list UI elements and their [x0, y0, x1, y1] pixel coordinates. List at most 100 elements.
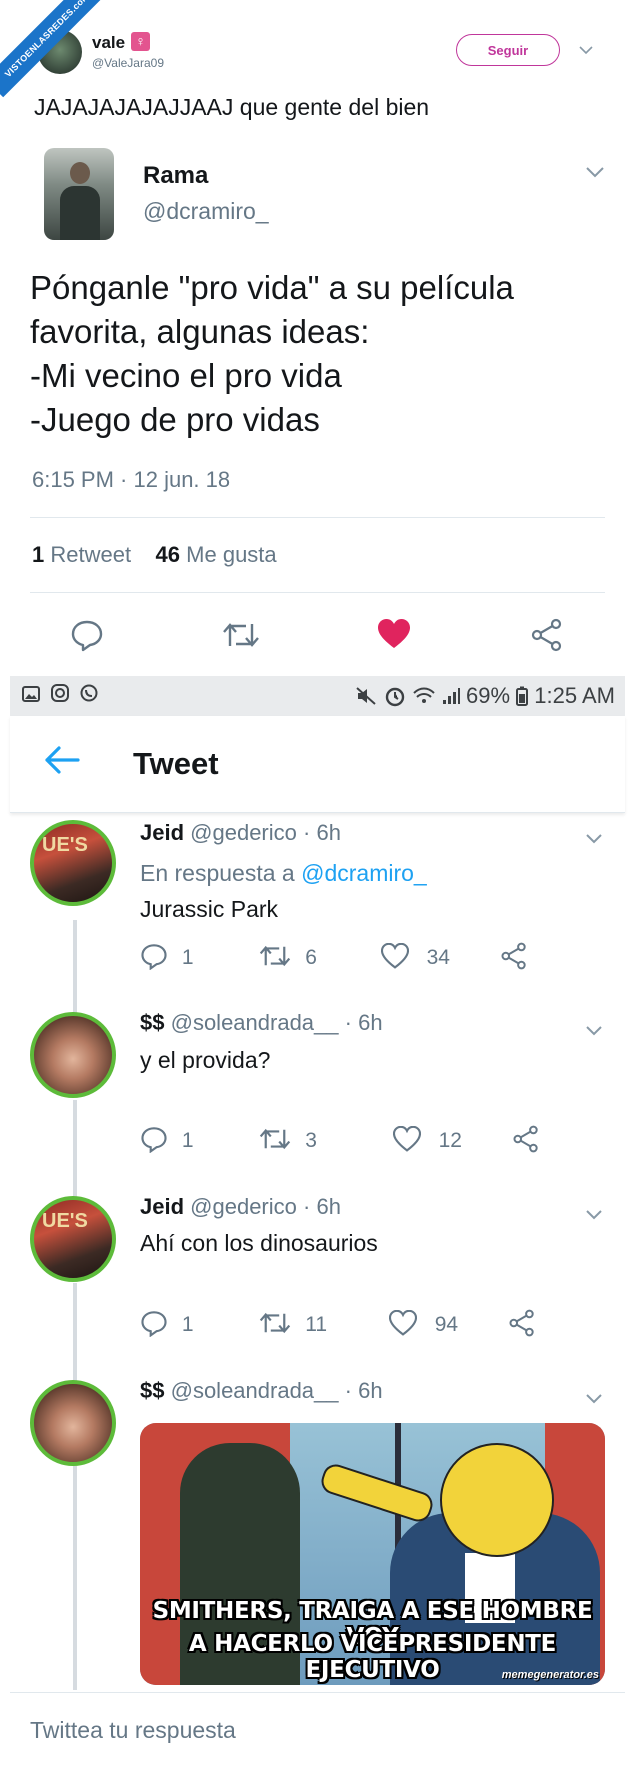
retweet-icon[interactable] — [222, 620, 260, 655]
chevron-down-icon[interactable] — [585, 824, 603, 850]
reply-author-handle: @gederico — [190, 1194, 297, 1219]
retweet-icon[interactable] — [259, 945, 291, 969]
avatar[interactable] — [30, 1380, 116, 1466]
reply-input[interactable]: Twittea tu respuesta — [30, 1717, 236, 1744]
meme-credit: memegenerator.es — [501, 1669, 599, 1681]
reply-count: 1 — [181, 946, 194, 969]
chevron-down-icon[interactable] — [585, 1016, 603, 1042]
retweet-icon[interactable] — [259, 1128, 291, 1152]
reply-author-name: Jeid — [140, 820, 185, 845]
tweet-text: JAJAJAJAJAJJAAJ que gente del bien — [34, 94, 430, 120]
reply-text: Jurassic Park — [140, 896, 279, 922]
reply-time: · 6h — [344, 1010, 383, 1035]
timestamp[interactable]: 6:15 PM · 12 jun. 18 — [32, 467, 230, 493]
like-count: 94 — [434, 1313, 459, 1336]
reply-author-handle: @soleandrada__ — [170, 1378, 339, 1403]
avatar[interactable] — [44, 148, 114, 240]
signal-icon — [442, 688, 460, 704]
like-count: 12 — [438, 1129, 462, 1152]
reply-action-bar: 1 11 94 — [140, 1309, 536, 1338]
thread-line — [73, 920, 77, 1015]
back-arrow-icon[interactable] — [44, 742, 80, 785]
mute-icon — [356, 687, 377, 705]
reply-author[interactable]: $$ @soleandrada__ · 6h — [140, 1378, 383, 1404]
retweet-count: 3 — [305, 1129, 317, 1152]
reply-time: · 6h — [344, 1378, 383, 1403]
chevron-down-icon[interactable] — [579, 42, 593, 60]
chevron-down-icon[interactable] — [585, 1384, 603, 1410]
reply-text: Ahí con los dinosaurios — [140, 1230, 378, 1256]
thread-line — [73, 1466, 77, 1690]
avatar-sign-text: UE'S — [42, 834, 88, 856]
heart-icon[interactable] — [380, 942, 409, 969]
wifi-icon — [413, 687, 435, 703]
chevron-down-icon[interactable] — [585, 158, 605, 184]
share-icon[interactable] — [508, 1309, 536, 1337]
reply-count: 1 — [181, 1313, 194, 1336]
likes-label[interactable]: Me gusta — [186, 542, 277, 567]
author-name[interactable]: vale ♀ — [92, 32, 151, 53]
reply-icon[interactable] — [140, 944, 168, 971]
share-icon[interactable] — [512, 1125, 540, 1153]
heart-icon[interactable] — [377, 618, 411, 655]
tweet-text: Pónganle "pro vida" a su película favori… — [30, 269, 514, 438]
alarm-icon — [385, 687, 404, 707]
reply-action-bar: 1 3 12 — [140, 1125, 540, 1154]
like-count: 34 — [426, 946, 450, 969]
reply-text: y el provida? — [140, 1047, 271, 1073]
divider — [30, 592, 605, 593]
reply-author-handle: @gederico — [190, 820, 297, 845]
status-bar-notification-icons — [22, 684, 98, 707]
status-bar-system: 69% 1:25 AM — [355, 683, 615, 709]
meme-image[interactable]: SMITHERS, TRAIGA A ESE HOMBRE VOY A HACE… — [140, 1423, 605, 1685]
reply-author-name: $$ — [140, 1010, 165, 1035]
thread-line — [73, 1100, 77, 1198]
reply-author-name: $$ — [140, 1378, 165, 1403]
battery-icon — [516, 686, 529, 706]
avatar[interactable] — [30, 1012, 116, 1098]
retweets-label[interactable]: Retweet — [50, 542, 131, 567]
reply-count: 1 — [181, 1129, 194, 1152]
reply-author[interactable]: $$ @soleandrada__ · 6h — [140, 1010, 383, 1036]
clock: 1:25 AM — [534, 683, 615, 708]
heart-icon[interactable] — [392, 1125, 421, 1152]
reply-author-name: Jeid — [140, 1194, 185, 1219]
author-name[interactable]: Rama — [143, 162, 208, 190]
page-title: Tweet — [133, 746, 219, 781]
reply-context: En respuesta a @dcramiro_ — [140, 860, 427, 887]
share-icon[interactable] — [500, 942, 528, 970]
retweet-count: 6 — [305, 946, 317, 969]
heart-icon[interactable] — [388, 1309, 417, 1336]
author-name-text: vale — [92, 33, 126, 52]
thread-line — [73, 1283, 77, 1381]
reply-time: · 6h — [303, 1194, 341, 1219]
avatar[interactable]: UE'S — [30, 1196, 116, 1282]
instagram-icon — [51, 684, 70, 702]
whatsapp-icon — [80, 684, 98, 702]
avatar[interactable]: UE'S — [30, 820, 116, 906]
retweet-count: 11 — [305, 1313, 328, 1336]
follow-button[interactable]: Seguir — [456, 34, 560, 66]
reply-author[interactable]: Jeid @gederico · 6h — [140, 1194, 341, 1220]
reply-time: · 6h — [303, 820, 341, 845]
reply-author-handle: @soleandrada__ — [170, 1010, 339, 1035]
chevron-down-icon[interactable] — [585, 1200, 603, 1226]
author-handle[interactable]: @ValeJara09 — [92, 56, 164, 70]
author-handle[interactable]: @dcramiro_ — [143, 198, 269, 225]
reply-icon[interactable] — [140, 1311, 168, 1338]
avatar-sign-text: UE'S — [42, 1210, 88, 1232]
status-bar: 69% 1:25 AM — [10, 676, 625, 716]
battery-percent: 69% — [465, 683, 511, 708]
reply-composer[interactable]: Twittea tu respuesta — [10, 1692, 625, 1769]
reply-icon[interactable] — [140, 1127, 168, 1154]
tweet-stats: 1 Retweet 46 Me gusta — [32, 542, 277, 568]
female-badge-icon: ♀ — [131, 32, 151, 51]
reply-prefix: En respuesta a — [140, 860, 295, 886]
reply-icon[interactable] — [70, 618, 104, 657]
tweet-header: Tweet — [10, 716, 625, 813]
retweet-icon[interactable] — [259, 1312, 291, 1336]
reply-author[interactable]: Jeid @gederico · 6h — [140, 820, 341, 846]
mention-link[interactable]: @dcramiro_ — [301, 860, 427, 886]
retweets-count: 1 — [32, 542, 45, 567]
share-icon[interactable] — [530, 618, 564, 657]
